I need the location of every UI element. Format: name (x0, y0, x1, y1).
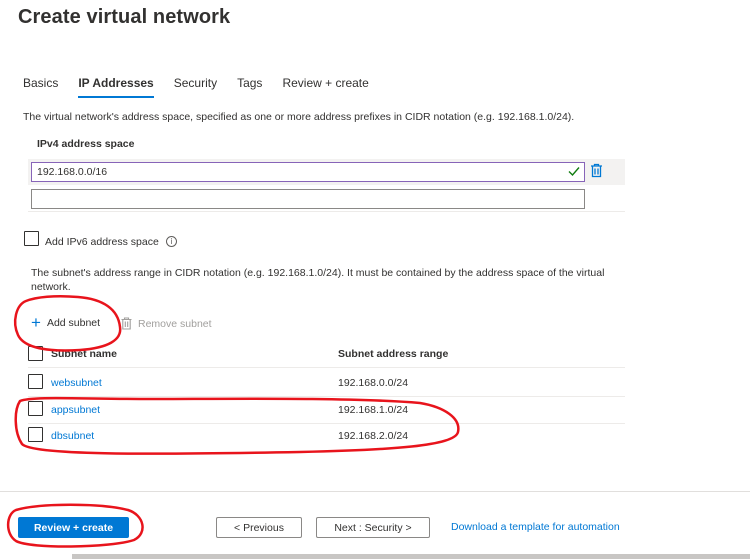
ipv6-checkbox[interactable] (24, 231, 39, 246)
ipv6-label: Add IPv6 address space (45, 236, 159, 248)
table-row-checkbox[interactable] (28, 401, 43, 416)
ipv4-address-space-label: IPv4 address space (37, 138, 135, 150)
next-security-button[interactable]: Next : Security > (316, 517, 430, 538)
column-header-subnet-name[interactable]: Subnet name (51, 348, 117, 360)
table-divider (28, 367, 625, 368)
table-row-checkbox[interactable] (28, 374, 43, 389)
tab-bar: Basics IP Addresses Security Tags Review… (23, 74, 389, 98)
previous-button[interactable]: < Previous (216, 517, 302, 538)
select-all-checkbox[interactable] (28, 346, 43, 361)
subnet-range: 192.168.2.0/24 (338, 430, 409, 442)
table-row-checkbox[interactable] (28, 427, 43, 442)
subnet-description: The subnet's address range in CIDR notat… (31, 267, 605, 293)
subnet-link[interactable]: appsubnet (51, 404, 100, 416)
tab-security[interactable]: Security (174, 74, 217, 98)
divider (28, 211, 625, 212)
trash-icon[interactable] (590, 163, 603, 178)
table-divider (28, 396, 625, 397)
add-subnet-label: Add subnet (46, 317, 101, 329)
review-create-button[interactable]: Review + create (18, 517, 129, 538)
check-icon (567, 164, 581, 178)
tab-ip-addresses[interactable]: IP Addresses (78, 74, 155, 98)
tab-review-create[interactable]: Review + create (282, 74, 368, 98)
subnet-range: 192.168.0.0/24 (338, 377, 409, 389)
ipv4-address-input-empty[interactable] (31, 189, 585, 209)
tab-basics[interactable]: Basics (23, 74, 58, 98)
download-template-link[interactable]: Download a template for automation (451, 521, 620, 533)
info-icon[interactable]: i (166, 236, 177, 247)
footer-divider (0, 491, 750, 492)
tab-tags[interactable]: Tags (237, 74, 262, 98)
ipv4-address-input[interactable] (31, 162, 585, 182)
remove-subnet-label: Remove subnet (138, 317, 212, 330)
plus-icon: + (31, 313, 41, 332)
table-divider (28, 423, 625, 424)
horizontal-scrollbar[interactable] (72, 554, 750, 559)
page-title: Create virtual network (18, 6, 231, 28)
remove-subnet-button[interactable]: Remove subnet (121, 317, 212, 330)
subnet-link[interactable]: dbsubnet (51, 430, 94, 442)
subnet-range: 192.168.1.0/24 (338, 404, 409, 416)
trash-icon (121, 317, 132, 330)
address-space-description: The virtual network's address space, spe… (23, 111, 575, 123)
add-subnet-button[interactable]: + Add subnet (31, 313, 101, 332)
column-header-subnet-range[interactable]: Subnet address range (338, 348, 448, 360)
subnet-link[interactable]: websubnet (51, 377, 102, 389)
